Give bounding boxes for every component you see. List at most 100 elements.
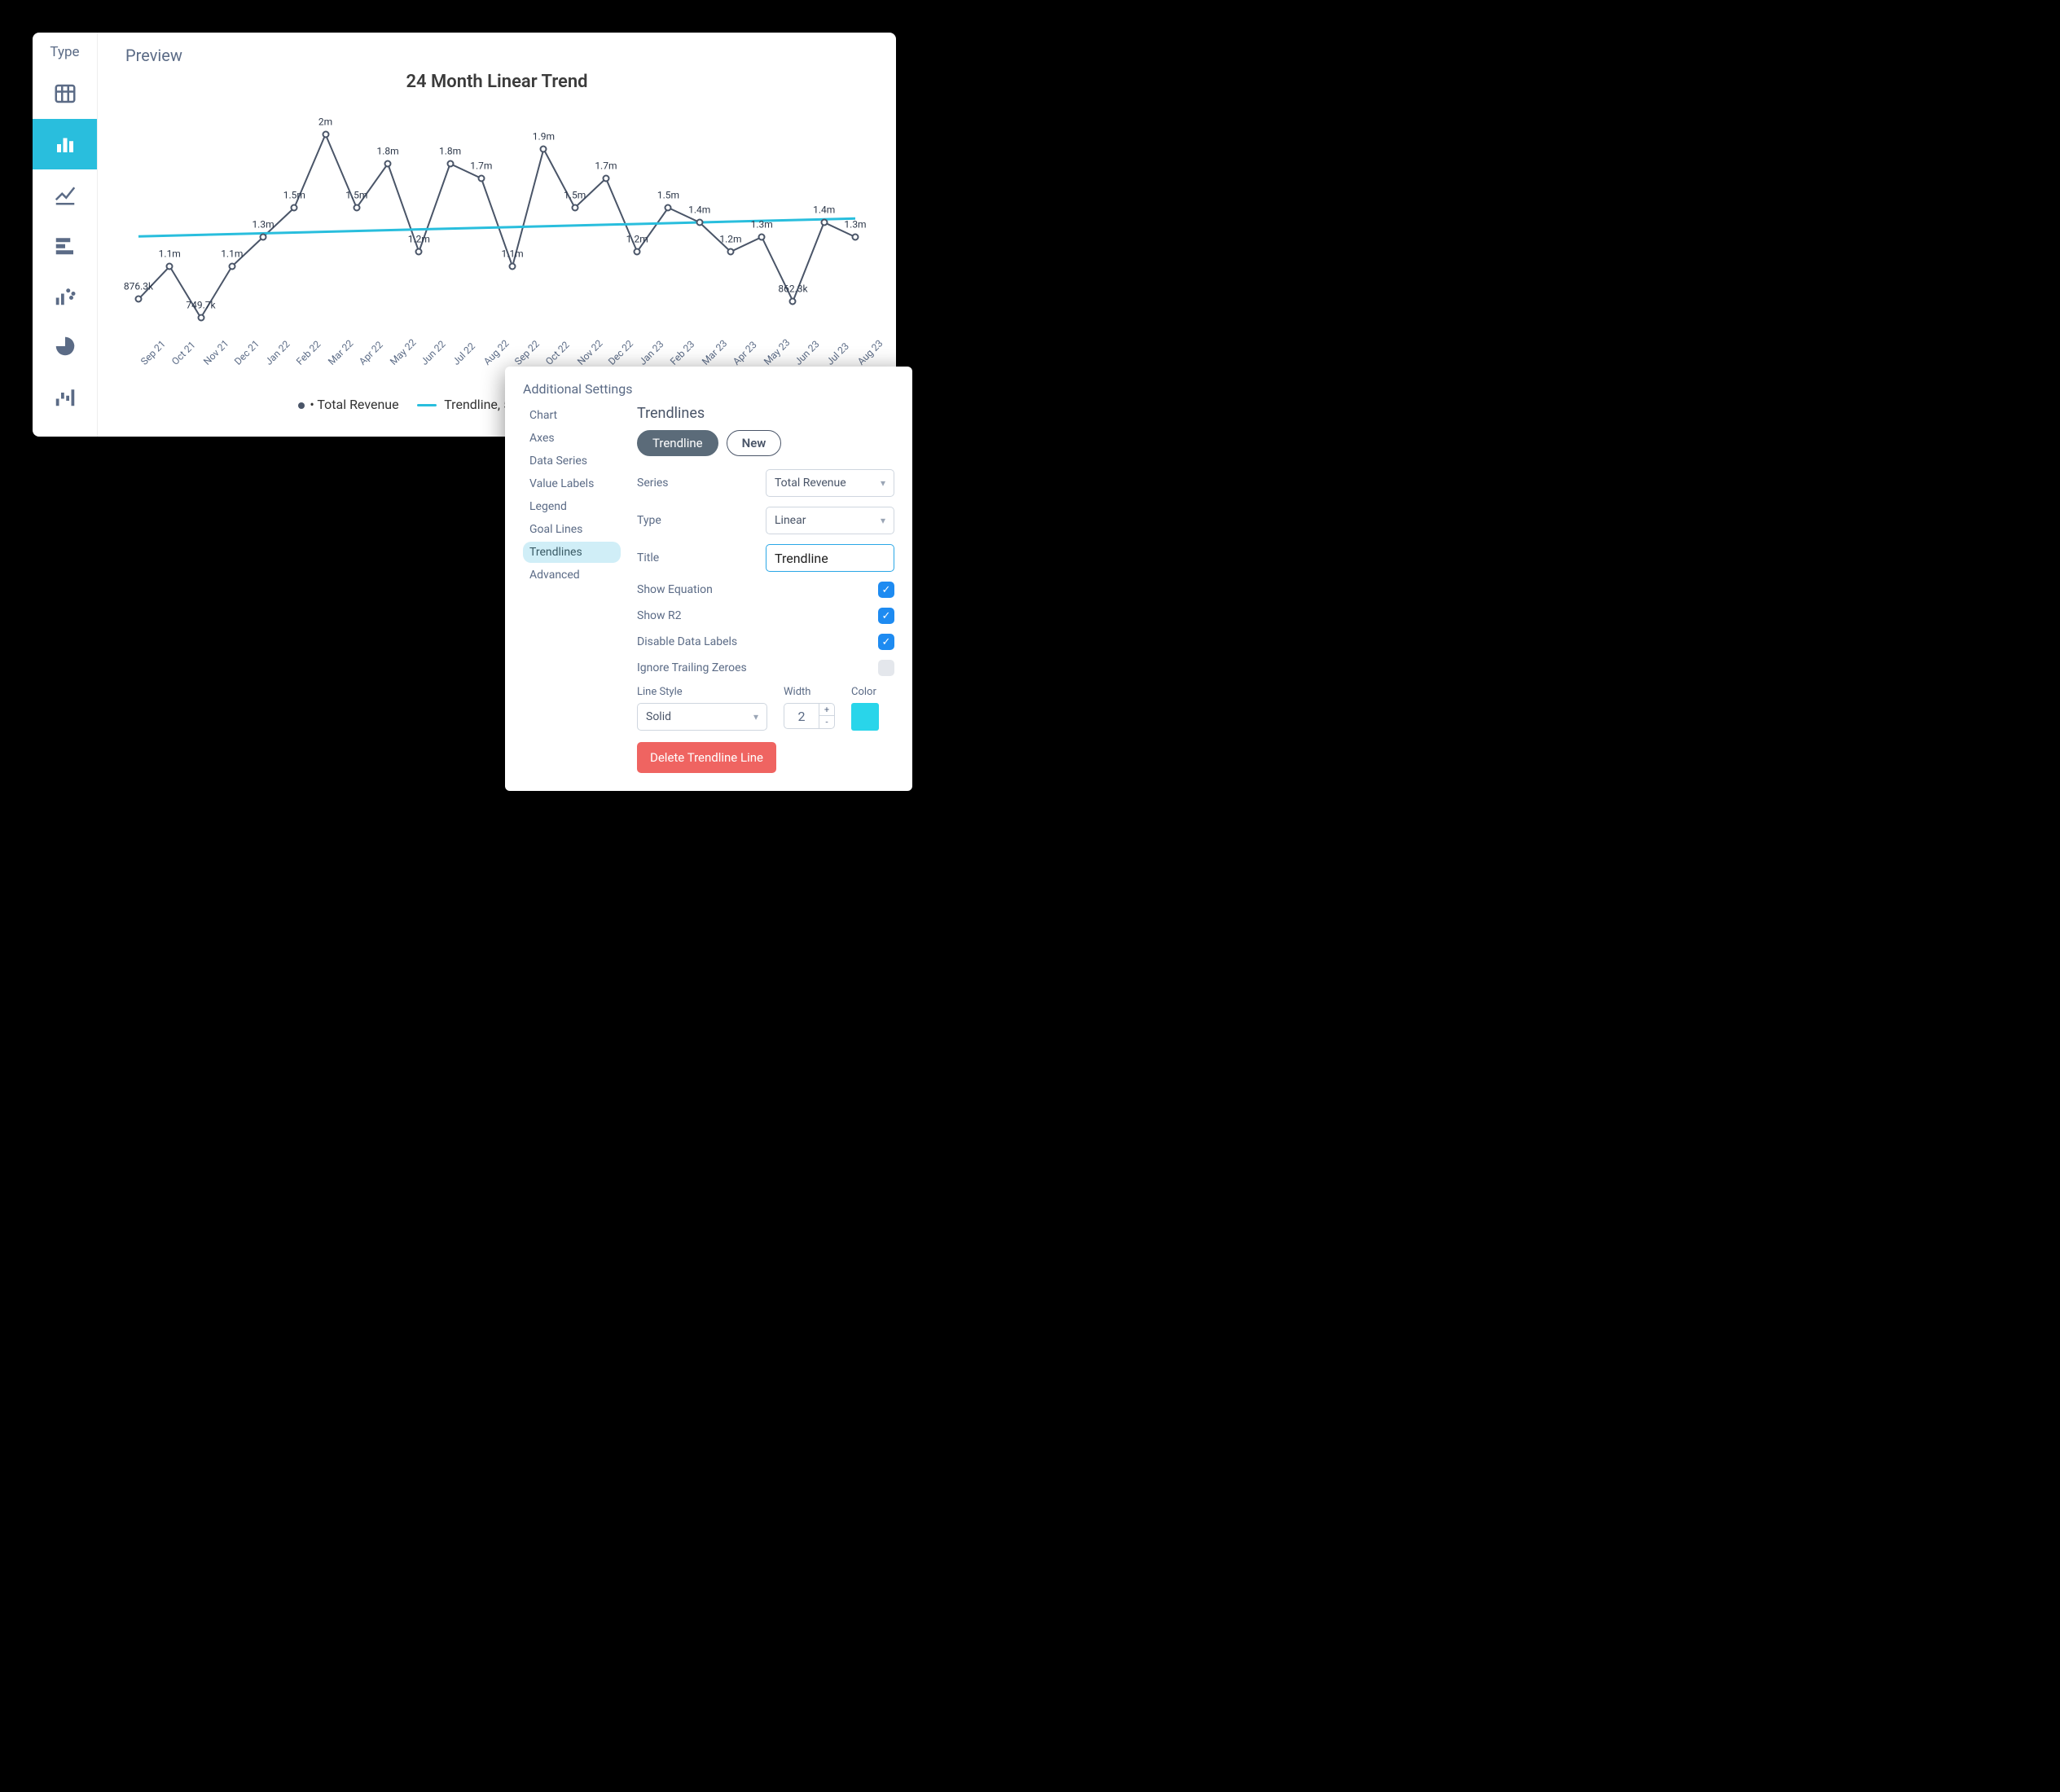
chart-point	[228, 263, 235, 270]
disable-data-labels-checkbox[interactable]: ✓	[878, 634, 894, 650]
x-axis-tick: Nov 21	[201, 359, 209, 367]
delete-trendline-button[interactable]: Delete Trendline Line	[637, 742, 776, 773]
chart-data-label: 876.3k	[124, 281, 153, 292]
settings-nav-chart[interactable]: Chart	[523, 405, 621, 426]
width-label: Width	[784, 686, 835, 698]
show-equation-checkbox[interactable]: ✓	[878, 582, 894, 598]
line-style-select[interactable]: Solid ▾	[637, 703, 767, 731]
x-axis-tick: Oct 21	[169, 359, 178, 367]
color-label: Color	[851, 686, 879, 698]
waterfall-icon	[53, 384, 77, 409]
chevron-down-icon: ▾	[753, 711, 758, 723]
settings-section-title: Trendlines	[637, 405, 894, 422]
pie-chart-icon	[53, 334, 77, 358]
sidebar-title: Type	[33, 33, 97, 68]
type-combo-chart[interactable]	[33, 270, 97, 321]
chart-point	[322, 131, 329, 138]
chart-data-label: 1.5m	[564, 190, 586, 201]
chart-type-sidebar: Type	[33, 33, 98, 437]
type-line-chart[interactable]	[33, 169, 97, 220]
chart-point	[665, 204, 672, 212]
chart-point	[384, 160, 392, 168]
line-style-label: Line Style	[637, 686, 767, 698]
chart-data-label: 1.7m	[470, 160, 492, 172]
title-label: Title	[637, 551, 759, 564]
chart-data-label: 1.1m	[221, 248, 243, 260]
bar-chart-icon	[53, 132, 77, 156]
chart-data-label: 1.2m	[719, 234, 741, 245]
chart-point	[820, 219, 828, 226]
settings-nav-axes[interactable]: Axes	[523, 428, 621, 449]
chart-data-label: 1.2m	[408, 234, 430, 245]
x-axis-tick: Dec 21	[232, 359, 240, 367]
chart-plot-area: 876.3k1.1m749.7k1.1m1.3m1.5m2m1.5m1.8m1.…	[122, 103, 872, 348]
chart-data-label: 1.3m	[844, 219, 866, 231]
new-trendline-pill[interactable]: New	[727, 430, 782, 456]
chart-point	[696, 219, 703, 226]
settings-nav: ChartAxesData SeriesValue LabelsLegendGo…	[523, 405, 621, 773]
chart-point	[291, 204, 298, 212]
chart-data-label: 1.5m	[657, 190, 679, 201]
chart-data-label: 1.4m	[813, 204, 835, 216]
width-increment[interactable]: +	[819, 704, 834, 716]
type-label: Type	[637, 514, 759, 527]
x-axis-tick: Mar 22	[326, 359, 334, 367]
settings-nav-value-labels[interactable]: Value Labels	[523, 473, 621, 494]
chart-point	[758, 234, 766, 241]
x-axis-tick: Jan 22	[263, 359, 271, 367]
chart-data-label: 862.3k	[778, 283, 807, 294]
settings-nav-goal-lines[interactable]: Goal Lines	[523, 519, 621, 540]
width-value: 2	[784, 704, 819, 728]
chart-data-label: 749.7k	[186, 300, 215, 311]
chart-data-label: 1.1m	[502, 248, 524, 260]
show-equation-label: Show Equation	[637, 583, 872, 596]
series-label: Series	[637, 477, 759, 490]
settings-nav-advanced[interactable]: Advanced	[523, 564, 621, 586]
chart-data-label: 1.3m	[751, 219, 773, 231]
x-axis-tick: Feb 22	[294, 359, 302, 367]
type-select[interactable]: Linear ▾	[766, 507, 894, 534]
chart-data-label: 1.2m	[626, 234, 648, 245]
chart-point	[415, 248, 423, 256]
x-axis-tick: Apr 22	[357, 359, 365, 367]
type-table[interactable]	[33, 68, 97, 119]
width-stepper[interactable]: 2 + -	[784, 703, 835, 729]
type-waterfall[interactable]	[33, 371, 97, 422]
preview-label: Preview	[125, 46, 872, 65]
trendline-pill[interactable]: Trendline	[637, 430, 718, 456]
type-bar-chart[interactable]	[33, 119, 97, 169]
show-r2-checkbox[interactable]: ✓	[878, 608, 894, 624]
width-decrement[interactable]: -	[819, 716, 834, 728]
settings-nav-trendlines[interactable]: Trendlines	[523, 542, 621, 563]
x-axis-tick: Jun 22	[419, 359, 427, 367]
chart-point	[727, 248, 734, 256]
chart-point	[353, 204, 360, 212]
chart-point	[197, 314, 204, 322]
type-horizontal-bar[interactable]	[33, 220, 97, 270]
table-icon	[53, 81, 77, 106]
chart-point	[602, 175, 609, 182]
chart-data-label: 1.8m	[376, 146, 398, 157]
chart-title: 24 Month Linear Trend	[122, 72, 872, 92]
chart-point	[477, 175, 485, 182]
chart-point	[571, 204, 578, 212]
chart-data-label: 1.1m	[159, 248, 181, 260]
settings-panel-title: Additional Settings	[523, 381, 894, 397]
ignore-zeroes-checkbox[interactable]	[878, 660, 894, 676]
chevron-down-icon: ▾	[881, 515, 885, 526]
chevron-down-icon: ▾	[881, 477, 885, 489]
settings-nav-legend[interactable]: Legend	[523, 496, 621, 517]
legend-marker-dot	[298, 402, 305, 409]
type-pie-chart[interactable]	[33, 321, 97, 371]
chart-point	[166, 263, 173, 270]
series-select[interactable]: Total Revenue ▾	[766, 469, 894, 497]
chart-point	[509, 263, 516, 270]
settings-nav-data-series[interactable]: Data Series	[523, 450, 621, 472]
disable-data-labels-label: Disable Data Labels	[637, 635, 872, 648]
show-r2-label: Show R2	[637, 609, 872, 622]
x-axis-tick: Aug 22	[481, 359, 490, 367]
horizontal-bar-icon	[53, 233, 77, 257]
color-swatch[interactable]	[851, 703, 879, 731]
title-input[interactable]: Trendline	[766, 544, 894, 572]
chart-point	[135, 296, 143, 303]
